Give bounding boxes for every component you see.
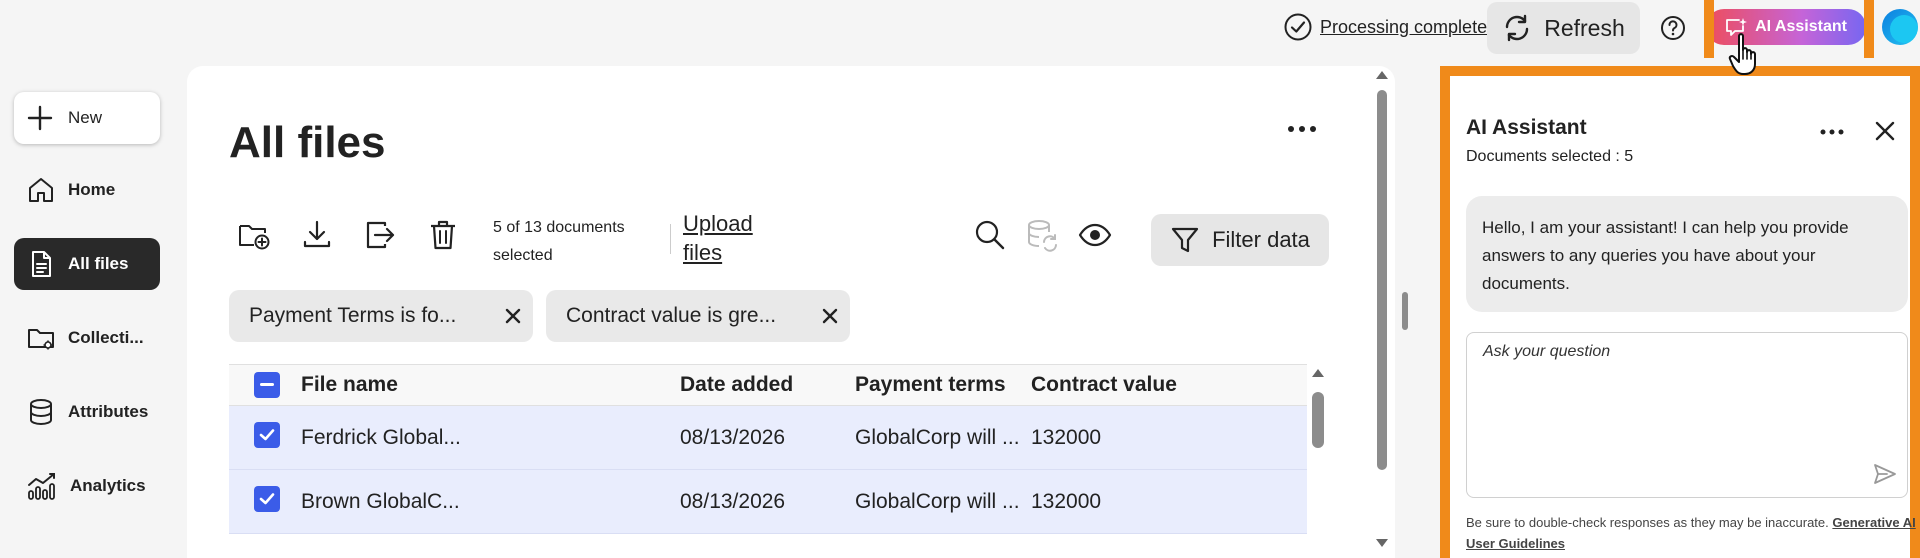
table-row[interactable]: Ferdrick Global... 08/13/2026 GlobalCorp…: [229, 406, 1307, 470]
filter-data-button[interactable]: Filter data: [1151, 214, 1329, 266]
more-options-icon[interactable]: [1820, 128, 1844, 136]
upload-files-link[interactable]: Upload files: [683, 209, 783, 267]
sidebar-item-analytics[interactable]: Analytics: [14, 460, 160, 512]
new-folder-icon[interactable]: [237, 218, 271, 252]
page-title: All files: [229, 118, 386, 167]
main-panel: All files 5 of 13 documents selected Upl…: [187, 66, 1395, 558]
close-icon[interactable]: [810, 308, 850, 324]
download-icon[interactable]: [300, 218, 334, 252]
scrollbar-thumb[interactable]: [1377, 90, 1387, 470]
assistant-message: Hello, I am your assistant! I can help y…: [1466, 196, 1908, 312]
sidebar-item-home[interactable]: Home: [14, 164, 160, 216]
cell-payment-terms: GlobalCorp will ...: [855, 489, 1020, 513]
folder-collection-icon: [26, 323, 56, 353]
database-icon: [26, 397, 56, 427]
main-scrollbar[interactable]: [1372, 66, 1392, 558]
ai-panel-title: AI Assistant: [1466, 116, 1587, 139]
ai-question-box[interactable]: [1466, 332, 1908, 498]
processing-status[interactable]: Processing complete: [1284, 12, 1487, 42]
sidebar-item-label: Home: [68, 180, 116, 199]
sidebar-item-label: Collecti...: [68, 328, 144, 347]
filter-chip-contract-value[interactable]: Contract value is gre...: [546, 290, 850, 342]
sidebar-item-label: Analytics: [70, 476, 146, 495]
column-header-contract-value[interactable]: Contract value: [1031, 373, 1177, 397]
trash-icon[interactable]: [426, 218, 460, 252]
filter-funnel-icon: [1170, 225, 1200, 255]
cell-contract-value: 132000: [1031, 489, 1102, 513]
cell-file-name[interactable]: Brown GlobalC...: [301, 490, 460, 514]
export-icon[interactable]: [363, 218, 397, 252]
sidebar: New Home All files Collecti... Attribute…: [0, 58, 180, 558]
sidebar-item-all-files[interactable]: All files: [14, 238, 160, 290]
ask-question-input[interactable]: [1467, 333, 1907, 497]
analytics-icon: [26, 471, 58, 501]
eye-icon[interactable]: [1078, 218, 1112, 252]
cell-date-added: 08/13/2026: [680, 425, 786, 449]
toolbar-divider: [670, 224, 671, 254]
scroll-up-arrow[interactable]: [1375, 70, 1389, 80]
row-checkbox[interactable]: [254, 486, 280, 512]
hand-pointer-cursor-icon: [1728, 32, 1764, 76]
column-header-date-added[interactable]: Date added: [680, 373, 793, 397]
send-icon[interactable]: [1873, 463, 1897, 485]
processing-status-link[interactable]: Processing complete: [1320, 17, 1487, 38]
column-header-file-name[interactable]: File name: [301, 373, 398, 397]
panel-resize-handle[interactable]: [1402, 292, 1408, 330]
cell-payment-terms: GlobalCorp will ...: [855, 425, 1020, 449]
ai-assistant-panel: AI Assistant Documents selected : 5 Hell…: [1440, 66, 1920, 558]
column-header-payment-terms[interactable]: Payment terms: [855, 373, 1006, 397]
plus-icon: [26, 104, 54, 132]
sidebar-item-collections[interactable]: Collecti...: [14, 312, 160, 364]
check-circle-icon: [1284, 13, 1312, 41]
cell-date-added: 08/13/2026: [680, 489, 786, 513]
filter-chip-payment-terms[interactable]: Payment Terms is fo...: [229, 290, 533, 342]
filter-chip-label: Contract value is gre...: [566, 304, 777, 327]
avatar[interactable]: [1882, 9, 1918, 45]
close-icon[interactable]: [493, 308, 533, 324]
new-button[interactable]: New: [14, 92, 160, 144]
refresh-button[interactable]: Refresh: [1487, 2, 1640, 54]
refresh-icon: [1502, 13, 1532, 43]
sidebar-item-attributes[interactable]: Attributes: [14, 386, 160, 438]
cell-file-name[interactable]: Ferdrick Global...: [301, 426, 461, 450]
sidebar-item-label: All files: [68, 254, 129, 273]
cell-contract-value: 132000: [1031, 425, 1102, 449]
new-button-label: New: [68, 108, 103, 127]
ai-disclaimer: Be sure to double-check responses as the…: [1466, 512, 1916, 554]
selection-count: 5 of 13 documents selected: [493, 219, 625, 264]
help-icon[interactable]: [1660, 15, 1686, 41]
ai-documents-selected: Documents selected : 5: [1466, 148, 1634, 165]
table-row[interactable]: Brown GlobalC... 08/13/2026 GlobalCorp w…: [229, 470, 1307, 534]
sidebar-item-label: Attributes: [68, 402, 149, 421]
scroll-down-arrow[interactable]: [1375, 538, 1389, 548]
close-icon[interactable]: [1874, 120, 1896, 142]
ai-disclaimer-text: Be sure to double-check responses as the…: [1466, 515, 1829, 530]
table-scroll-up-arrow[interactable]: [1311, 368, 1325, 378]
filter-data-label: Filter data: [1212, 227, 1310, 252]
file-icon: [26, 249, 56, 279]
filter-chip-label: Payment Terms is fo...: [249, 304, 457, 327]
table-scrollbar-thumb[interactable]: [1312, 392, 1324, 448]
home-icon: [26, 175, 56, 205]
table-header: File name Date added Payment terms Contr…: [229, 364, 1307, 406]
files-table: File name Date added Payment terms Contr…: [229, 364, 1307, 534]
select-all-checkbox[interactable]: [254, 372, 280, 398]
search-icon[interactable]: [973, 218, 1007, 252]
refresh-label: Refresh: [1544, 14, 1625, 41]
more-options-icon[interactable]: [1287, 124, 1317, 134]
sync-database-icon[interactable]: [1025, 218, 1059, 252]
top-bar: Processing complete Refresh AI Assistant: [0, 0, 1920, 58]
row-checkbox[interactable]: [254, 422, 280, 448]
